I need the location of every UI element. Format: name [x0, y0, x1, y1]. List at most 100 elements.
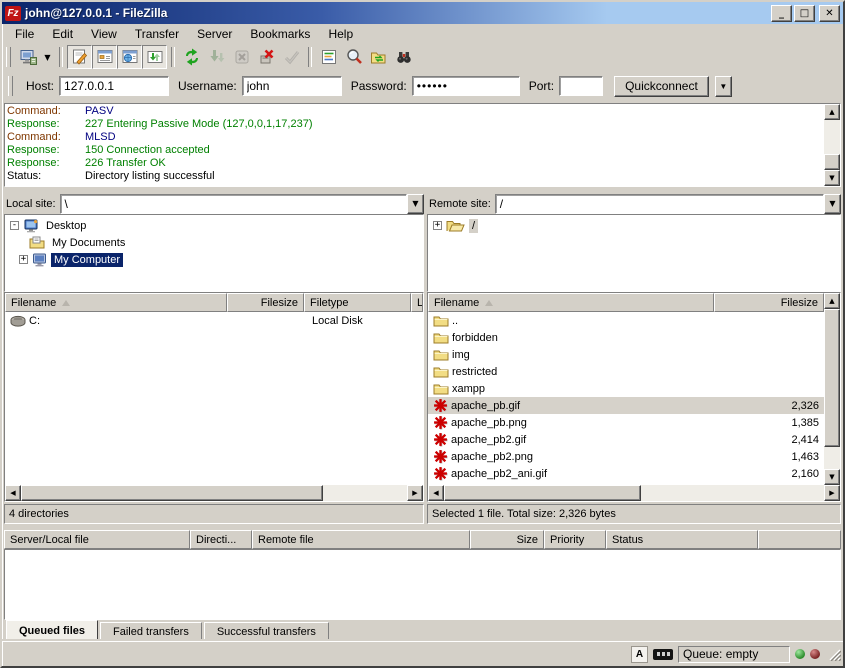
collapse-icon[interactable]: -	[10, 221, 19, 230]
username-input[interactable]	[242, 76, 342, 96]
column-header-filename[interactable]: Filename	[5, 293, 227, 312]
column-header-filesize[interactable]: Filesize	[227, 293, 304, 312]
file-row[interactable]: apache_pb2.gif 2,414	[428, 431, 824, 448]
chevron-down-icon[interactable]: ▼	[407, 194, 424, 214]
local-site-combo[interactable]: \ ▼	[60, 194, 424, 214]
menu-bookmarks[interactable]: Bookmarks	[241, 25, 319, 43]
toggle-transfer-queue-button[interactable]	[142, 45, 167, 69]
menu-view[interactable]: View	[82, 25, 126, 43]
scroll-right-icon[interactable]: ▶	[407, 485, 423, 501]
port-input[interactable]	[559, 76, 603, 96]
cancel-operation-icon	[232, 47, 252, 67]
tab-queued-files[interactable]: Queued files	[6, 620, 98, 641]
toggle-remote-tree-button[interactable]	[117, 45, 142, 69]
close-button[interactable]: ✕	[819, 5, 840, 22]
tree-item-root[interactable]: + /	[428, 217, 840, 234]
quickconnect-dropdown-button[interactable]: ▼	[715, 76, 732, 97]
site-manager-button[interactable]	[15, 45, 40, 69]
sort-ascending-icon	[485, 300, 493, 306]
file-row[interactable]: ..	[428, 312, 824, 329]
process-queue-button[interactable]	[204, 45, 229, 69]
file-row[interactable]: apache_pb.png 1,385	[428, 414, 824, 431]
scrollbar-thumb[interactable]	[21, 485, 323, 501]
column-header-last-modified[interactable]: L	[411, 293, 423, 312]
scroll-up-icon[interactable]: ▲	[824, 293, 840, 309]
menu-file[interactable]: File	[6, 25, 43, 43]
my-documents-icon	[29, 236, 45, 249]
menu-server[interactable]: Server	[188, 25, 241, 43]
column-header-filetype[interactable]: Filetype	[304, 293, 411, 312]
remote-vertical-scrollbar[interactable]: ▲ ▼	[824, 293, 840, 485]
chevron-down-icon[interactable]: ▼	[824, 194, 841, 214]
file-row-c-drive[interactable]: C: Local Disk	[5, 312, 423, 329]
file-row-selected[interactable]: apache_pb.gif 2,326	[428, 397, 824, 414]
sync-browsing-button[interactable]	[366, 45, 391, 69]
expand-icon[interactable]: +	[433, 221, 442, 230]
tree-item-my-computer[interactable]: + My Computer	[5, 251, 423, 268]
scroll-right-icon[interactable]: ▶	[824, 485, 840, 501]
menu-help[interactable]: Help	[319, 25, 362, 43]
column-header-priority[interactable]: Priority	[544, 530, 606, 549]
file-row[interactable]: forbidden	[428, 329, 824, 346]
file-row[interactable]: restricted	[428, 363, 824, 380]
remote-horizontal-scrollbar[interactable]: ◀ ▶	[428, 485, 840, 501]
password-input[interactable]	[412, 76, 520, 96]
find-button[interactable]	[391, 45, 416, 69]
local-horizontal-scrollbar[interactable]: ◀ ▶	[5, 485, 423, 501]
refresh-icon	[182, 47, 202, 67]
tree-item-desktop[interactable]: - Desktop	[5, 217, 423, 234]
menu-transfer[interactable]: Transfer	[126, 25, 188, 43]
tree-item-my-documents[interactable]: My Documents	[5, 234, 423, 251]
refresh-button[interactable]	[179, 45, 204, 69]
column-header-size[interactable]: Size	[470, 530, 544, 549]
maximize-button[interactable]: □	[794, 5, 815, 22]
host-input[interactable]	[59, 76, 169, 96]
remote-site-label: Remote site:	[427, 198, 491, 210]
scroll-up-icon[interactable]: ▲	[824, 104, 840, 120]
reconnect-button[interactable]	[279, 45, 304, 69]
column-header-direction[interactable]: Directi...	[190, 530, 252, 549]
resize-grip[interactable]	[827, 647, 841, 661]
file-row[interactable]: apache_pb2_ani.gif 2,160	[428, 465, 824, 482]
column-header-server-local-file[interactable]: Server/Local file	[4, 530, 190, 549]
scroll-left-icon[interactable]: ◀	[5, 485, 21, 501]
site-manager-dropdown-button[interactable]: ▼	[40, 45, 55, 69]
receive-activity-led-icon	[795, 649, 805, 659]
scrollbar-thumb[interactable]	[824, 309, 840, 447]
host-label: Host:	[26, 79, 54, 93]
scrollbar-thumb[interactable]	[444, 485, 641, 501]
expand-icon[interactable]: +	[19, 255, 28, 264]
log-scrollbar[interactable]: ▲ ▼	[824, 104, 840, 186]
file-row[interactable]: img	[428, 346, 824, 363]
toggle-local-tree-button[interactable]	[92, 45, 117, 69]
column-header-status[interactable]: Status	[606, 530, 758, 549]
scrollbar-thumb[interactable]	[824, 154, 840, 170]
quickconnect-button[interactable]: Quickconnect	[614, 76, 709, 97]
column-header-remote-file[interactable]: Remote file	[252, 530, 470, 549]
tab-failed-transfers[interactable]: Failed transfers	[100, 622, 202, 641]
scroll-down-icon[interactable]: ▼	[824, 469, 840, 485]
scroll-down-icon[interactable]: ▼	[824, 170, 840, 186]
tab-successful-transfers[interactable]: Successful transfers	[204, 622, 329, 641]
file-row[interactable]: apache_pb2.png 1,463	[428, 448, 824, 465]
open-folder-icon	[446, 219, 465, 232]
filter-icon	[319, 47, 339, 67]
column-header-filesize[interactable]: Filesize	[714, 293, 824, 312]
menu-edit[interactable]: Edit	[43, 25, 82, 43]
title-bar[interactable]: Fz john@127.0.0.1 - FileZilla _ □ ✕	[2, 2, 843, 24]
disconnect-button[interactable]	[254, 45, 279, 69]
filter-button[interactable]	[316, 45, 341, 69]
file-row[interactable]: xampp	[428, 380, 824, 397]
process-queue-icon	[207, 47, 227, 67]
compare-button[interactable]	[341, 45, 366, 69]
log-line: Response:150 Connection accepted	[7, 144, 822, 157]
window-title: john@127.0.0.1 - FileZilla	[25, 6, 765, 20]
remote-site-combo[interactable]: / ▼	[495, 194, 841, 214]
column-header-filename[interactable]: Filename	[428, 293, 714, 312]
scroll-left-icon[interactable]: ◀	[428, 485, 444, 501]
local-status-text: 4 directories	[4, 504, 424, 524]
minimize-button[interactable]: _	[771, 5, 792, 22]
toggle-message-log-button[interactable]	[67, 45, 92, 69]
queue-list[interactable]	[4, 549, 841, 620]
cancel-operation-button[interactable]	[229, 45, 254, 69]
